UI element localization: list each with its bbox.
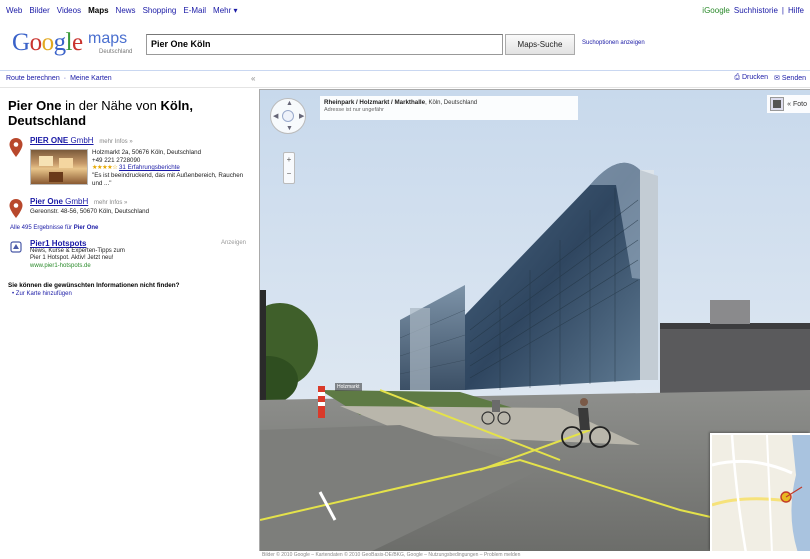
help-link[interactable]: Hilfe xyxy=(788,6,804,15)
search-options-link[interactable]: Suchoptionen anzeigen xyxy=(582,40,645,46)
results-panel: Pier One in der Nähe von Köln, Deutschla… xyxy=(0,89,258,559)
pan-center-icon[interactable] xyxy=(282,110,294,122)
street-view-minimap[interactable] xyxy=(710,433,810,551)
ad-line-1: News, Kurse & Experten-Tipps zum xyxy=(30,247,125,254)
google-logo[interactable]: Google xyxy=(12,29,83,57)
exit-street-view-icon[interactable] xyxy=(770,97,785,111)
photo-toggle[interactable]: « Foto xyxy=(787,101,807,108)
zoom-in-button[interactable]: + xyxy=(284,153,294,167)
pan-left-icon[interactable]: ◀ xyxy=(273,112,278,120)
map-pin-icon xyxy=(9,198,23,218)
pan-right-icon[interactable]: ▶ xyxy=(299,112,304,120)
history-link[interactable]: Suchhistorie xyxy=(734,6,778,15)
map-toolbar: Route berechnen · Meine Karten « ⎙ Druck… xyxy=(0,70,810,88)
result-item[interactable]: Pier One GmbH mehr Infos » Gereonstr. 48… xyxy=(8,197,254,218)
print-link[interactable]: ⎙ Drucken xyxy=(734,74,768,82)
header: Google maps Deutschland Pier One Köln Ma… xyxy=(0,20,810,68)
route-link[interactable]: Route berechnen xyxy=(6,75,60,82)
street-view-panorama[interactable]: ▲ ▼ ◀ ▶ + − Rheinpark / Holzmarkt / Mark… xyxy=(259,89,810,551)
result-snippet: "Es ist beeindruckend, das mit Außenbere… xyxy=(92,172,244,187)
street-view-address: Rheinpark / Holzmarkt / Markthalle, Köln… xyxy=(320,96,578,120)
zoom-out-button[interactable]: − xyxy=(284,167,294,181)
pan-control[interactable]: ▲ ▼ ◀ ▶ xyxy=(270,98,306,134)
pan-down-icon[interactable]: ▼ xyxy=(286,125,293,132)
sponsored-result[interactable]: Anzeigen Pier1 Hotspots News, Kurse & Ex… xyxy=(8,240,254,270)
street-view-controls[interactable]: « Foto xyxy=(767,95,810,113)
map-footer: Bilder © 2010 Google – Kartendaten © 201… xyxy=(262,552,521,558)
result-thumbnail[interactable] xyxy=(30,148,88,185)
logo-product: maps xyxy=(88,30,128,47)
ad-marker-icon xyxy=(10,241,22,253)
ad-line-2: Pier 1 Hotspot. Aktiv! Jetzt neu! xyxy=(30,255,114,262)
top-navigation: Web Bilder Videos Maps News Shopping E-M… xyxy=(0,0,810,20)
nav-maps[interactable]: Maps xyxy=(88,6,108,15)
collapse-panel-icon[interactable]: « xyxy=(251,74,255,83)
rating-stars: ★★★★☆ xyxy=(92,164,118,172)
nav-mehr[interactable]: Mehr ▾ xyxy=(213,6,237,15)
nav-shopping[interactable]: Shopping xyxy=(143,6,177,15)
nav-email[interactable]: E-Mail xyxy=(183,6,206,15)
result-more-info[interactable]: mehr Infos » xyxy=(99,139,132,145)
not-found-question: Sie können die gewünschten Informationen… xyxy=(8,282,180,289)
ad-url[interactable]: www.pier1-hotspots.de xyxy=(30,263,254,270)
ad-label: Anzeigen xyxy=(220,240,246,247)
search-input[interactable]: Pier One Köln xyxy=(146,34,503,55)
nav-videos[interactable]: Videos xyxy=(57,6,81,15)
nav-news[interactable]: News xyxy=(116,6,136,15)
add-to-map-link[interactable]: • Zur Karte hinzufügen xyxy=(12,291,254,297)
reviews-link[interactable]: 31 Erfahrungsberichte xyxy=(119,164,180,171)
logo-country: Deutschland xyxy=(99,49,133,55)
result-address: Holzmarkt 2a, 50676 Köln, Deutschland xyxy=(92,148,202,156)
result-title[interactable]: Pier One GmbH xyxy=(30,197,88,206)
result-title[interactable]: PIER ONE GmbH xyxy=(30,136,94,145)
results-heading: Pier One in der Nähe von Köln, Deutschla… xyxy=(8,98,193,128)
result-more-info[interactable]: mehr Infos » xyxy=(94,200,127,206)
map-pin-icon xyxy=(9,138,23,157)
nav-web[interactable]: Web xyxy=(6,6,22,15)
nav-bilder[interactable]: Bilder xyxy=(29,6,49,15)
top-right-links: iGoogle Suchhistorie | Hilfe xyxy=(702,5,804,15)
zoom-control: + − xyxy=(283,152,295,184)
igoogle-link[interactable]: iGoogle xyxy=(702,6,730,15)
street-name-label: Holzmarkt xyxy=(335,383,362,391)
my-maps-link[interactable]: Meine Karten xyxy=(70,75,112,82)
pan-up-icon[interactable]: ▲ xyxy=(286,100,293,107)
result-address: Gereonstr. 48-56, 50670 Köln, Deutschlan… xyxy=(30,207,150,215)
maps-search-button[interactable]: Maps-Suche xyxy=(505,34,575,55)
send-link[interactable]: ✉ Senden xyxy=(774,74,806,82)
result-phone: +49 221 2728090 xyxy=(92,156,141,164)
more-results-link[interactable]: Alle 495 Ergebnisse für Pier One xyxy=(10,225,254,231)
result-item[interactable]: PIER ONE GmbH mehr Infos » Holzmarkt 2a,… xyxy=(8,137,254,188)
minimap-image xyxy=(712,435,810,551)
